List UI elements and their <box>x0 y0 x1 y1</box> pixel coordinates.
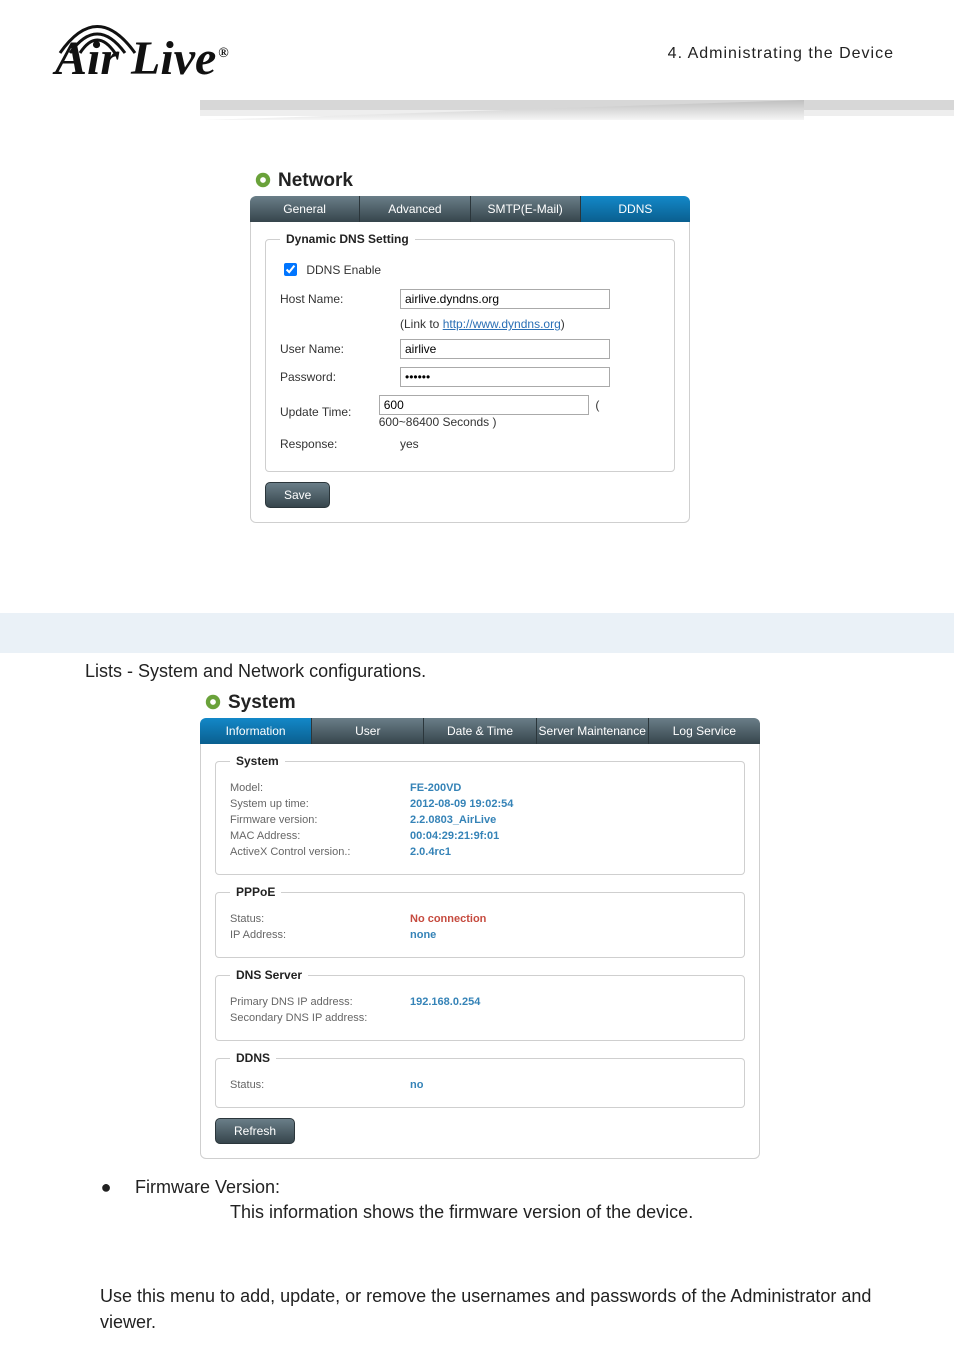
tab-log-service[interactable]: Log Service <box>649 718 760 744</box>
info-row: ActiveX Control version.:2.0.4rc1 <box>230 846 730 858</box>
info-label: Status: <box>230 1079 410 1091</box>
info-value: 2012-08-09 19:02:54 <box>410 798 513 810</box>
tab-date-time[interactable]: Date & Time <box>424 718 536 744</box>
info-value: No connection <box>410 913 486 925</box>
info-label: Primary DNS IP address: <box>230 996 410 1008</box>
panel-title-system: System <box>204 692 760 714</box>
network-panel: Network GeneralAdvancedSMTP(E-Mail) DDNS … <box>250 170 690 523</box>
bullet-icon: ● <box>100 1177 112 1198</box>
info-label: MAC Address: <box>230 830 410 842</box>
info-row: Secondary DNS IP address: <box>230 1012 730 1024</box>
dyndns-link-line: (Link to http://www.dyndns.org) <box>400 317 565 331</box>
panel-title-network: Network <box>254 170 690 192</box>
ddns-enable-checkbox[interactable] <box>284 263 297 276</box>
password-label: Password: <box>280 370 400 384</box>
registered-icon: ® <box>218 46 228 61</box>
gear-icon <box>254 171 272 189</box>
info-value: no <box>410 1079 423 1091</box>
info-row: Firmware version:2.2.0803_AirLive <box>230 814 730 826</box>
tab-advanced[interactable]: Advanced <box>360 196 470 222</box>
save-button[interactable]: Save <box>265 482 330 508</box>
info-row: MAC Address:00:04:29:21:9f:01 <box>230 830 730 842</box>
tab-ddns[interactable]: DDNS <box>581 196 690 222</box>
firmware-bullet: ● Firmware Version: This information sho… <box>100 1177 860 1223</box>
tab-smtp-e-mail-[interactable]: SMTP(E-Mail) <box>471 196 581 222</box>
tab-information[interactable]: Information <box>200 718 312 744</box>
user-menu-paragraph: Use this menu to add, update, or remove … <box>100 1283 880 1335</box>
ddns-enable-label[interactable]: DDNS Enable <box>306 263 381 277</box>
section-band <box>0 613 954 653</box>
info-label: ActiveX Control version.: <box>230 846 410 858</box>
info-row: Primary DNS IP address:192.168.0.254 <box>230 996 730 1008</box>
response-value: yes <box>400 437 419 451</box>
chapter-heading: 4. Administrating the Device <box>668 45 894 63</box>
group-legend: System <box>230 754 285 768</box>
info-value: FE-200VD <box>410 782 461 794</box>
group-legend: DDNS <box>230 1051 276 1065</box>
host-name-input[interactable] <box>400 289 610 309</box>
info-label: Model: <box>230 782 410 794</box>
info-row: Status:no <box>230 1079 730 1091</box>
info-label: Firmware version: <box>230 814 410 826</box>
info-row: IP Address:none <box>230 929 730 941</box>
info-label: Secondary DNS IP address: <box>230 1012 410 1024</box>
info-value: 00:04:29:21:9f:01 <box>410 830 499 842</box>
bullet-desc: This information shows the firmware vers… <box>230 1202 860 1223</box>
group-pppoe: PPPoEStatus:No connectionIP Address:none <box>215 885 745 958</box>
tab-user[interactable]: User <box>312 718 424 744</box>
info-value: none <box>410 929 436 941</box>
update-time-label: Update Time: <box>280 405 379 419</box>
group-dns-server: DNS Server Primary DNS IP address:192.168… <box>215 968 745 1041</box>
system-panel: System InformationUserDate & TimeServer … <box>200 692 760 1159</box>
header-gradient-bar <box>200 100 954 120</box>
gear-icon <box>204 693 222 711</box>
host-name-label: Host Name: <box>280 292 400 306</box>
dyndns-link[interactable]: http://www.dyndns.org <box>443 317 561 331</box>
update-time-input[interactable] <box>379 395 589 415</box>
group-legend: DNS Server <box>230 968 308 982</box>
group-system: SystemModel:FE-200VDSystem up time:2012-… <box>215 754 745 875</box>
lists-caption: Lists - System and Network configuration… <box>85 661 954 682</box>
brand-logo: Air Live® <box>55 35 229 83</box>
group-ddns: DDNS Status:no <box>215 1051 745 1108</box>
user-name-label: User Name: <box>280 342 400 356</box>
info-row: Status:No connection <box>230 913 730 925</box>
refresh-button[interactable]: Refresh <box>215 1118 295 1144</box>
tab-general[interactable]: General <box>250 196 360 222</box>
user-name-input[interactable] <box>400 339 610 359</box>
info-label: IP Address: <box>230 929 410 941</box>
info-value: 2.0.4rc1 <box>410 846 451 858</box>
info-label: System up time: <box>230 798 410 810</box>
info-label: Status: <box>230 913 410 925</box>
response-label: Response: <box>280 437 400 451</box>
info-value: 2.2.0803_AirLive <box>410 814 496 826</box>
tab-server-maintenance[interactable]: Server Maintenance <box>537 718 649 744</box>
ddns-legend: Dynamic DNS Setting <box>280 232 415 246</box>
info-value: 192.168.0.254 <box>410 996 480 1008</box>
group-legend: PPPoE <box>230 885 281 899</box>
info-row: System up time:2012-08-09 19:02:54 <box>230 798 730 810</box>
wifi-arc-icon <box>55 15 140 55</box>
bullet-title: Firmware Version: <box>135 1177 280 1197</box>
password-input[interactable] <box>400 367 610 387</box>
info-row: Model:FE-200VD <box>230 782 730 794</box>
